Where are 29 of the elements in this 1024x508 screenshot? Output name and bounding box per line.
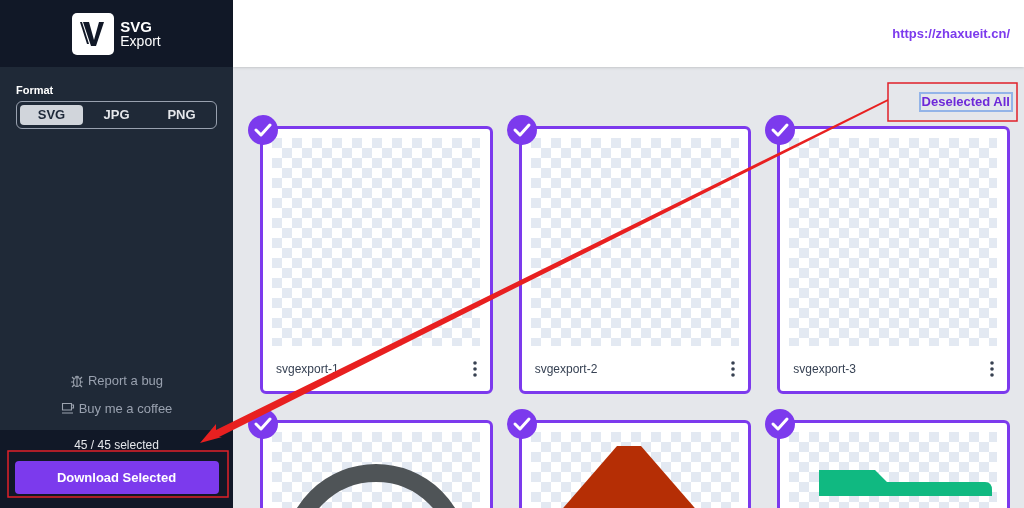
file-name: svgexport-1: [276, 361, 339, 378]
more-options-icon[interactable]: [731, 361, 736, 377]
file-name: svgexport-2: [534, 361, 598, 378]
check-icon[interactable]: [506, 409, 537, 439]
more-options-icon[interactable]: [472, 361, 477, 377]
coffee-link[interactable]: Buy me a coffee: [60, 398, 173, 418]
image-card[interactable]: svgexport-2: [518, 126, 752, 394]
check-icon[interactable]: [506, 115, 537, 145]
logo-title: SVG: [120, 18, 153, 34]
format-option[interactable]: PNG: [150, 104, 213, 125]
logo-subtitle: Export: [120, 33, 161, 49]
check-icon[interactable]: [765, 115, 796, 145]
coffee-cup-icon: [60, 401, 75, 416]
report-bug-link[interactable]: Report a bug: [69, 371, 164, 391]
check-icon[interactable]: [765, 409, 796, 439]
file-name: svgexport-3: [793, 361, 857, 378]
format-label: Format: [16, 83, 55, 98]
download-button[interactable]: Download Selected: [14, 461, 219, 494]
image-card[interactable]: svgexport-3: [777, 126, 1010, 394]
logo-icon: [72, 12, 115, 55]
site-link[interactable]: https://zhaxueit.cn/: [892, 23, 1010, 44]
deselect-all-button[interactable]: Deselected All: [918, 92, 1013, 112]
more-options-icon[interactable]: [990, 361, 994, 377]
image-card[interactable]: svgexport-1: [260, 126, 493, 394]
check-icon[interactable]: [248, 115, 278, 145]
format-option[interactable]: SVG: [20, 104, 83, 125]
bug-icon: [69, 373, 84, 388]
selection-count: 45 / 45 selected: [74, 437, 159, 454]
format-option[interactable]: JPG: [85, 104, 148, 125]
